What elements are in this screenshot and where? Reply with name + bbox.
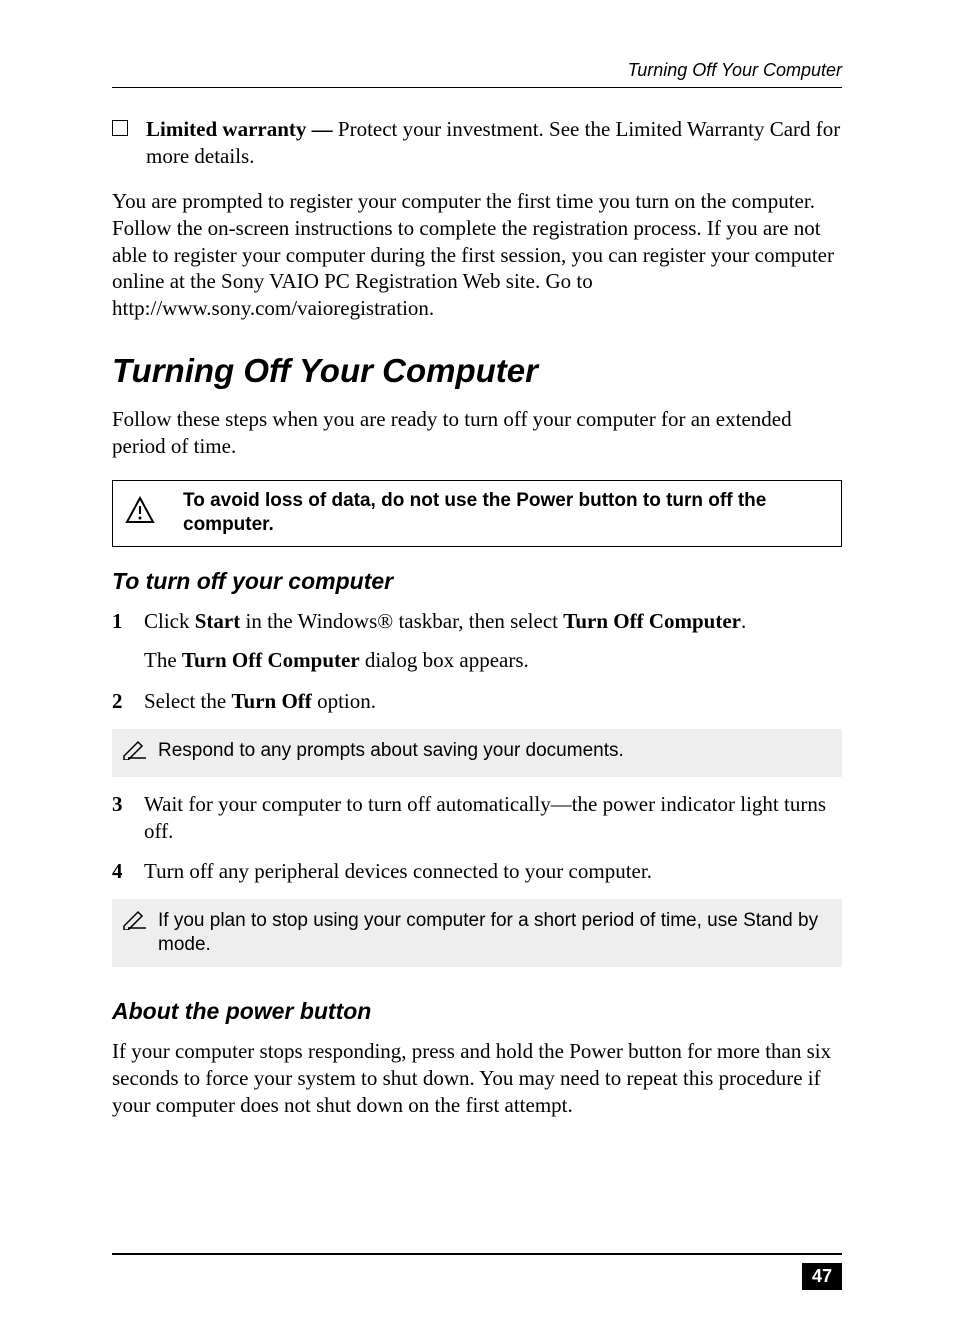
step-text: Click Start in the Windows® taskbar, the…: [144, 608, 842, 674]
step-text: Turn off any peripheral devices connecte…: [144, 858, 842, 885]
bold-fragment: Turn Off Computer: [563, 609, 741, 633]
page-footer: 47: [112, 1253, 842, 1290]
step-number: 1: [112, 608, 144, 635]
step-1: 1 Click Start in the Windows® taskbar, t…: [112, 608, 842, 674]
bold-fragment: Turn Off Computer: [182, 648, 360, 672]
bullet-lead: Limited warranty —: [146, 117, 338, 141]
text-fragment: dialog box appears.: [360, 648, 529, 672]
section-intro: Follow these steps when you are ready to…: [112, 406, 842, 460]
note-text: Respond to any prompts about saving your…: [158, 739, 832, 763]
step-3: 3 Wait for your computer to turn off aut…: [112, 791, 842, 845]
pencil-icon: [122, 910, 148, 937]
text-fragment: option.: [312, 689, 376, 713]
intro-paragraph: You are prompted to register your comput…: [112, 188, 842, 322]
warning-box: To avoid loss of data, do not use the Po…: [112, 480, 842, 547]
step-2: 2 Select the Turn Off option.: [112, 688, 842, 715]
running-head: Turning Off Your Computer: [112, 60, 842, 81]
subsection-power-button: About the power button: [112, 997, 842, 1026]
note-text: If you plan to stop using your computer …: [158, 909, 832, 957]
note-box-2: If you plan to stop using your computer …: [112, 899, 842, 967]
bullet-square-icon: [112, 120, 128, 136]
step-number: 4: [112, 858, 144, 885]
steps-list-cont: 3 Wait for your computer to turn off aut…: [112, 791, 842, 886]
subsection-turn-off: To turn off your computer: [112, 567, 842, 596]
body-text: Limited warranty — Protect your investme…: [112, 116, 842, 1119]
text-fragment: .: [741, 609, 746, 633]
footer-rule: [112, 1253, 842, 1255]
note-box-1: Respond to any prompts about saving your…: [112, 729, 842, 777]
text-fragment: Click: [144, 609, 195, 633]
bold-fragment: Start: [195, 609, 241, 633]
bullet-text: Limited warranty — Protect your investme…: [146, 116, 842, 170]
bold-fragment: Turn Off: [231, 689, 311, 713]
header-rule: [112, 87, 842, 88]
step-number: 3: [112, 791, 144, 818]
bullet-item: Limited warranty — Protect your investme…: [112, 116, 842, 170]
step-text: Wait for your computer to turn off autom…: [144, 791, 842, 845]
steps-list: 1 Click Start in the Windows® taskbar, t…: [112, 608, 842, 715]
step-4: 4 Turn off any peripheral devices connec…: [112, 858, 842, 885]
warning-triangle-icon: [125, 496, 155, 531]
text-fragment: Select the: [144, 689, 231, 713]
page-content: Turning Off Your Computer Limited warran…: [0, 0, 954, 1179]
step-subtext: The Turn Off Computer dialog box appears…: [144, 647, 842, 674]
pencil-icon: [122, 740, 148, 767]
warning-text: To avoid loss of data, do not use the Po…: [183, 489, 829, 538]
step-number: 2: [112, 688, 144, 715]
about-paragraph: If your computer stops responding, press…: [112, 1038, 842, 1119]
page-number: 47: [802, 1263, 842, 1290]
section-heading: Turning Off Your Computer: [112, 350, 842, 392]
step-text: Select the Turn Off option.: [144, 688, 842, 715]
text-fragment: The: [144, 648, 182, 672]
text-fragment: in the Windows® taskbar, then select: [240, 609, 563, 633]
